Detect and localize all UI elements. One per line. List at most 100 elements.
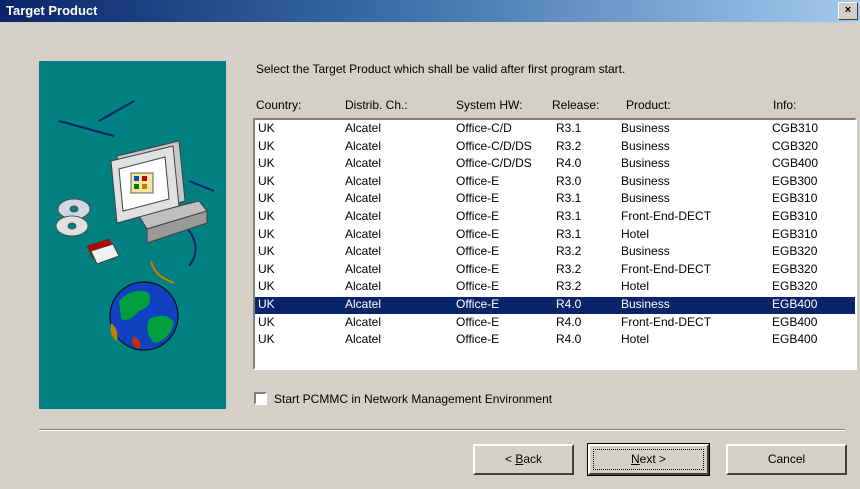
cell-country: UK [258,279,275,294]
cell-distrib-ch: Alcatel [345,332,382,347]
cell-info: EGB310 [772,191,818,206]
instruction-text: Select the Target Product which shall be… [256,62,626,76]
cell-system-hw: Office-E [456,173,500,188]
table-row[interactable]: UK Alcatel Office-E R3.1 Business EGB310 [255,191,855,208]
table-row[interactable]: UK Alcatel Office-C/D/DS R4.0 Business CGB400 [255,156,855,173]
header-release[interactable]: Release: [552,98,599,112]
cancel-button[interactable]: Cancel [726,444,847,475]
cell-info: EGB400 [772,314,818,329]
cell-product: Business [621,156,670,171]
back-button[interactable]: < Back [473,444,574,475]
computer-icon [110,140,208,244]
cell-product: Front-End-DECT [621,209,712,223]
cell-distrib-ch: Alcatel [345,297,382,311]
cell-system-hw: Office-E [456,297,500,311]
cell-country: UK [258,261,275,276]
cd-icon [55,198,91,237]
cell-release: R3.2 [556,244,582,259]
cell-country: UK [258,297,275,311]
cell-release: R3.1 [556,226,582,241]
cell-distrib-ch: Alcatel [345,314,382,329]
cell-system-hw: Office-E [456,191,500,206]
table-row[interactable]: UK Alcatel Office-C/D R3.1 Business CGB310 [255,121,855,138]
cell-system-hw: Office-E [456,279,500,294]
globe-icon [109,281,179,351]
cell-info: EGB310 [772,209,818,223]
cell-product: Business [621,244,670,259]
cell-info: CGB320 [772,138,819,153]
cell-distrib-ch: Alcatel [345,138,382,153]
cell-info: EGB310 [772,226,818,241]
cell-country: UK [258,121,275,135]
table-row[interactable]: UK Alcatel Office-E R3.1 Front-End-DECT EGB31… [255,209,855,226]
cell-release: R4.0 [556,332,582,347]
table-row[interactable]: UK Alcatel Office-E R4.0 Hotel EGB400 [255,332,855,349]
close-button[interactable]: × [838,2,858,20]
table-row[interactable]: UK Alcatel Office-E R4.0 Business EGB400 [255,297,855,314]
cell-release: R3.2 [556,279,582,294]
target-product-dialog: Target Product × Select the Target Produ… [0,0,860,489]
cell-system-hw: Office-E [456,244,500,259]
table-row[interactable]: UK Alcatel Office-E R3.0 Business EGB300 [255,174,855,191]
cell-system-hw: Office-C/D [456,121,512,135]
cell-distrib-ch: Alcatel [345,191,382,206]
cell-release: R3.1 [556,209,582,223]
cell-product: Front-End-DECT [621,314,712,329]
table-row[interactable]: UK Alcatel Office-E R3.2 Front-End-DECT EGB32… [255,262,855,279]
title-bar: Target Product × [0,0,860,22]
table-row[interactable]: UK Alcatel Office-E R3.1 Hotel EGB310 [255,227,855,244]
cell-system-hw: Office-C/D/DS [456,138,532,153]
header-distrib-ch[interactable]: Distrib. Ch.: [345,98,408,112]
window-title: Target Product [6,3,98,18]
floppy-icon [86,238,120,265]
cell-product: Business [621,173,670,188]
header-info[interactable]: Info: [773,98,796,112]
cell-country: UK [258,173,275,188]
cell-product: Business [621,191,670,206]
cell-product: Hotel [621,332,650,347]
back-rest: ack [523,452,543,466]
cell-release: R3.2 [556,261,582,276]
cell-release: R3.0 [556,173,582,188]
separator [39,429,845,431]
cell-product: Business [621,121,670,135]
cell-distrib-ch: Alcatel [345,209,382,223]
table-row[interactable]: UK Alcatel Office-E R3.2 Business EGB320 [255,244,855,261]
setup-illustration [39,61,226,409]
cell-system-hw: Office-E [456,226,500,241]
cell-release: R4.0 [556,156,582,171]
cell-product: Hotel [621,226,650,241]
cell-release: R4.0 [556,314,582,329]
computer-globe-illustration [55,100,215,351]
cell-distrib-ch: Alcatel [345,173,382,188]
focus-rect [593,449,704,470]
product-list[interactable]: UK Alcatel Office-C/D R3.1 Business CGB310 UK A… [253,118,857,370]
cell-release: R3.1 [556,121,582,135]
table-row[interactable]: UK Alcatel Office-E R4.0 Front-End-DECT EGB40… [255,315,855,332]
header-country[interactable]: Country: [256,98,301,112]
header-product[interactable]: Product: [626,98,671,112]
checkbox-label[interactable]: Start PCMMC in Network Management Enviro… [274,392,552,406]
cell-system-hw: Office-E [456,261,500,276]
cell-distrib-ch: Alcatel [345,156,382,171]
cell-info: CGB400 [772,156,819,171]
cell-product: Business [621,138,670,153]
cell-country: UK [258,332,275,347]
cell-info: EGB320 [772,279,818,294]
table-row[interactable]: UK Alcatel Office-E R3.2 Hotel EGB320 [255,279,855,296]
network-management-checkbox[interactable] [254,392,267,405]
table-header: Country: Distrib. Ch.: System HW: Releas… [256,98,856,114]
cell-system-hw: Office-C/D/DS [456,156,532,171]
cell-country: UK [258,244,275,259]
cell-product: Business [621,297,670,311]
cell-product: Hotel [621,279,650,294]
cell-info: EGB320 [772,261,818,276]
header-system-hw[interactable]: System HW: [456,98,522,112]
back-prefix: < [504,452,516,466]
cell-distrib-ch: Alcatel [345,121,382,135]
table-row[interactable]: UK Alcatel Office-C/D/DS R3.2 Business CGB320 [255,139,855,156]
next-button[interactable]: Next > [587,443,710,476]
cell-product: Front-End-DECT [621,261,712,276]
cell-country: UK [258,191,275,206]
cell-release: R4.0 [556,297,582,311]
